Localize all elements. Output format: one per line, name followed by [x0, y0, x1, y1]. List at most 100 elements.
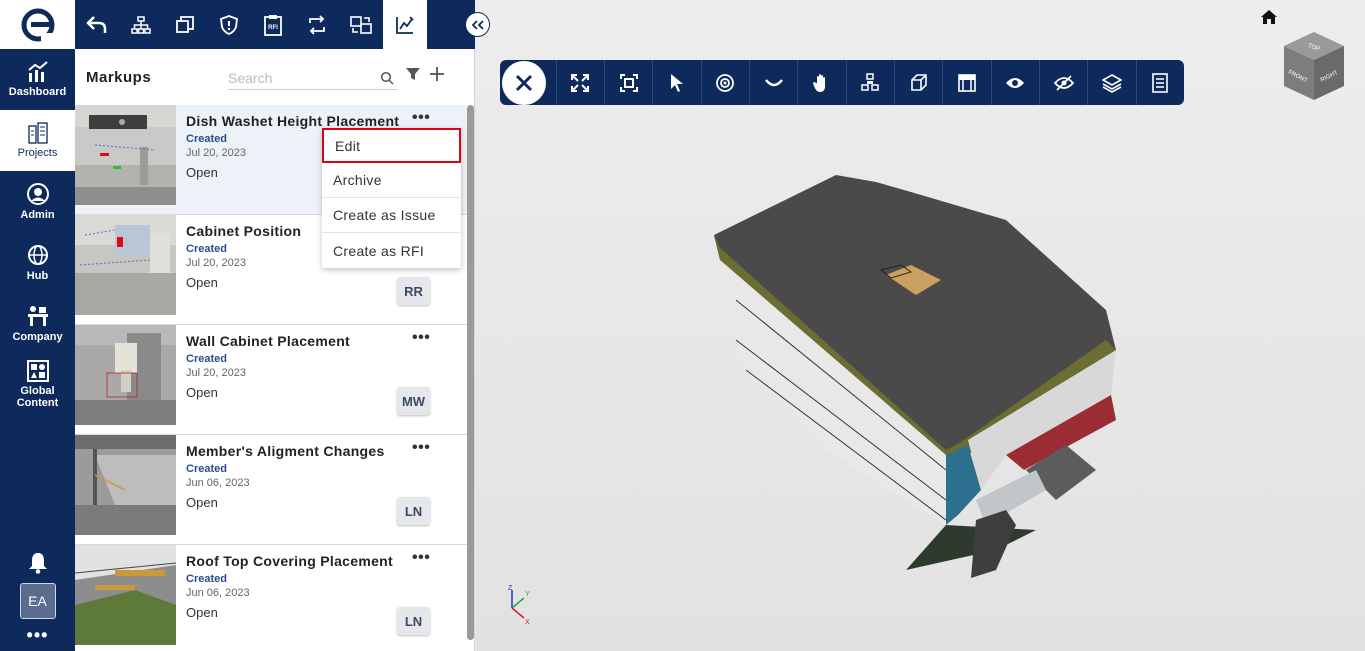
hierarchy-icon: [131, 15, 151, 34]
eye-off-icon: [1053, 74, 1074, 91]
undo-icon: [86, 15, 107, 33]
more-actions-icon[interactable]: •••: [412, 109, 430, 127]
markup-state: Open: [186, 275, 218, 290]
section-plane-button[interactable]: [942, 60, 990, 105]
app-logo[interactable]: [0, 0, 75, 49]
markup-icon: [396, 15, 414, 34]
more-actions-icon[interactable]: •••: [412, 549, 430, 567]
scrollbar[interactable]: [467, 105, 474, 640]
nav-item-company[interactable]: Company: [0, 293, 75, 354]
markup-thumbnail[interactable]: [75, 435, 176, 535]
pan-button[interactable]: [797, 60, 845, 105]
show-button[interactable]: [990, 60, 1039, 105]
nav-label: Dashboard: [8, 86, 67, 98]
explode-icon: [861, 72, 880, 91]
nav-item-hub[interactable]: Hub: [0, 232, 75, 293]
markup-state: Open: [186, 385, 218, 400]
cursor-icon: [670, 73, 683, 92]
panel-title: Markups: [86, 68, 152, 86]
properties-button[interactable]: [1135, 60, 1184, 105]
rfi-icon: RFI: [264, 14, 282, 36]
view-cube[interactable]: TOP FRONT RIGHT: [1282, 30, 1346, 102]
layers-visibility-button[interactable]: [1087, 60, 1135, 105]
assignee-badge: LN: [397, 497, 430, 525]
user-circle-icon: [26, 183, 49, 205]
main-nav: Dashboard Projects Admin Hub Company Glo…: [0, 0, 75, 651]
nav-label: Projects: [17, 147, 58, 159]
layers-button[interactable]: [163, 0, 207, 49]
markup-title: Member's Aligment Changes: [186, 443, 385, 459]
markup-thumbnail[interactable]: [75, 325, 176, 425]
filter-icon[interactable]: [405, 66, 421, 82]
markup-status: Created: [186, 573, 227, 585]
axis-label-x: X: [525, 619, 530, 626]
menu-item-edit[interactable]: Edit: [322, 128, 461, 163]
assignee-badge: MW: [397, 387, 430, 415]
issues-button[interactable]: [207, 0, 251, 49]
more-options-button[interactable]: •••: [0, 619, 75, 651]
markup-card[interactable]: Roof Top Covering Placement Created Jun …: [75, 545, 467, 651]
more-actions-icon[interactable]: •••: [412, 439, 430, 457]
sync-icon: [309, 14, 325, 35]
markup-card[interactable]: Wall Cabinet Placement Created Jul 20, 2…: [75, 325, 467, 435]
panel-header: Markups: [75, 49, 474, 105]
nav-item-global-content[interactable]: Global Content: [0, 354, 75, 415]
search-icon[interactable]: [380, 71, 394, 85]
markup-thumbnail[interactable]: [75, 215, 176, 315]
chart-icon: [27, 61, 48, 82]
markup-state: Open: [186, 605, 218, 620]
assignee-badge: LN: [397, 607, 430, 635]
home-icon: [1261, 10, 1277, 24]
sync-button[interactable]: [295, 0, 339, 49]
hierarchy-button[interactable]: [119, 0, 163, 49]
collapse-panel-button[interactable]: [465, 12, 490, 37]
buildings-icon: [27, 122, 48, 144]
close-icon: [515, 74, 532, 91]
notifications-button[interactable]: [0, 543, 75, 583]
nav-item-admin[interactable]: Admin: [0, 171, 75, 232]
markup-thumbnail[interactable]: [75, 545, 176, 645]
panel-toolbar: RFI: [75, 0, 475, 49]
hide-button[interactable]: [1039, 60, 1087, 105]
markup-thumbnail[interactable]: [75, 105, 176, 205]
fit-view-button[interactable]: [603, 60, 652, 105]
building-model[interactable]: [706, 170, 1156, 590]
orbit-button[interactable]: [700, 60, 749, 105]
look-button[interactable]: [748, 60, 797, 105]
markup-title: Wall Cabinet Placement: [186, 333, 351, 349]
user-avatar[interactable]: EA: [19, 583, 56, 619]
close-viewer-button[interactable]: [502, 60, 546, 105]
markup-date: Jun 06, 2023: [186, 587, 250, 599]
fit-view-icon: [619, 73, 638, 92]
shield-icon: [220, 14, 238, 35]
search-input[interactable]: [228, 69, 368, 86]
model-viewer[interactable]: TOP FRONT RIGHT Z Y X: [476, 0, 1365, 651]
search-box: [228, 66, 398, 90]
home-view-button[interactable]: [1260, 9, 1278, 30]
markup-status: Created: [186, 463, 227, 475]
fullscreen-button[interactable]: [555, 60, 604, 105]
double-chevron-left-icon: [471, 19, 484, 30]
document-icon: [1152, 72, 1169, 93]
nav-item-dashboard[interactable]: Dashboard: [0, 49, 75, 110]
add-icon[interactable]: [429, 66, 445, 82]
more-actions-icon[interactable]: •••: [412, 329, 430, 347]
markup-title: Cabinet Position: [186, 223, 302, 239]
compare-button[interactable]: [339, 0, 383, 49]
menu-item-create-rfi[interactable]: Create as RFI: [322, 233, 461, 268]
markup-status: Created: [186, 353, 227, 365]
menu-item-archive[interactable]: Archive: [322, 163, 461, 198]
menu-item-create-issue[interactable]: Create as Issue: [322, 198, 461, 233]
layers-stack-icon: [1102, 73, 1123, 93]
select-button[interactable]: [652, 60, 700, 105]
undo-button[interactable]: [75, 0, 119, 49]
explode-button[interactable]: [845, 60, 894, 105]
fullscreen-icon: [571, 73, 590, 92]
nav-item-projects[interactable]: Projects: [0, 110, 75, 171]
markup-card[interactable]: Member's Aligment Changes Created Jun 06…: [75, 435, 467, 545]
section-box-button[interactable]: [894, 60, 942, 105]
markups-button[interactable]: [383, 0, 427, 49]
axis-label-z: Z: [508, 585, 513, 592]
markup-date: Jun 06, 2023: [186, 477, 250, 489]
rfi-button[interactable]: RFI: [251, 0, 295, 49]
